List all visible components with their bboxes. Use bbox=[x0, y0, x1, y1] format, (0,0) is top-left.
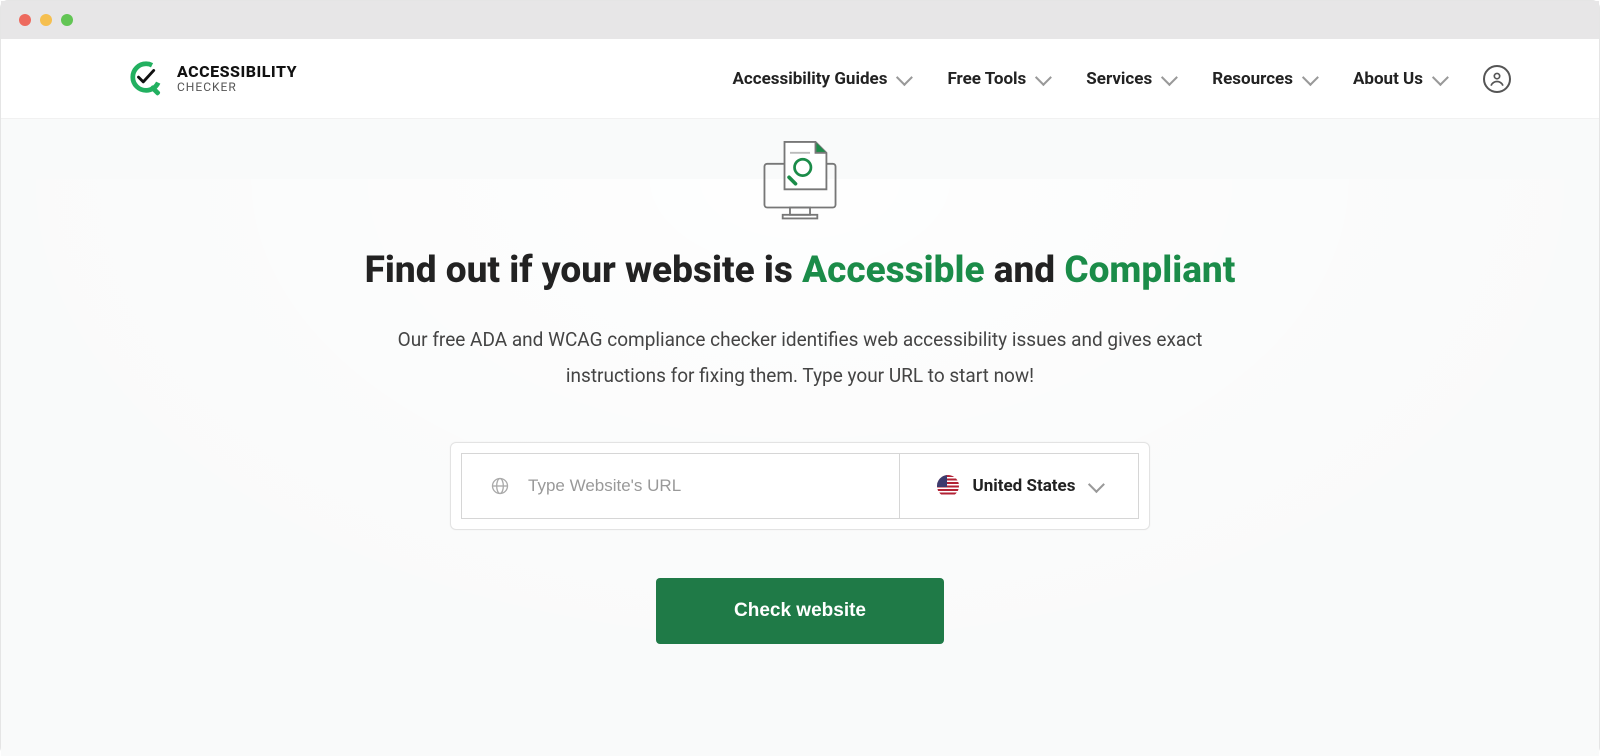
hero-section: Find out if your website is Accessible a… bbox=[1, 119, 1599, 756]
window-zoom-button[interactable] bbox=[61, 14, 73, 26]
nav-services[interactable]: Services bbox=[1086, 69, 1174, 89]
nav-free-tools[interactable]: Free Tools bbox=[947, 69, 1048, 89]
user-icon bbox=[1487, 69, 1507, 89]
country-select[interactable]: United States bbox=[899, 453, 1139, 519]
country-selected-label: United States bbox=[973, 476, 1076, 496]
logo-mark-icon bbox=[129, 60, 167, 98]
brand-name-bottom: CHECKER bbox=[177, 81, 297, 94]
logo-text: ACCESSIBILITY CHECKER bbox=[177, 64, 297, 93]
headline-accent-accessible: Accessible bbox=[802, 249, 984, 292]
nav-item-label: Accessibility Guides bbox=[732, 69, 887, 89]
chevron-down-icon bbox=[896, 69, 913, 86]
headline-accent-compliant: Compliant bbox=[1064, 249, 1235, 292]
header: ACCESSIBILITY CHECKER Accessibility Guid… bbox=[1, 39, 1599, 119]
headline-mid: and bbox=[985, 249, 1065, 292]
chevron-down-icon bbox=[1088, 476, 1105, 493]
headline-prefix: Find out if your website is bbox=[365, 249, 802, 292]
hero-illustration-icon bbox=[759, 137, 841, 231]
brand-name-top: ACCESSIBILITY bbox=[177, 64, 297, 81]
main-nav: Accessibility Guides Free Tools Services… bbox=[732, 65, 1511, 93]
nav-accessibility-guides[interactable]: Accessibility Guides bbox=[732, 69, 909, 89]
nav-item-label: About Us bbox=[1353, 69, 1423, 89]
logo[interactable]: ACCESSIBILITY CHECKER bbox=[129, 60, 297, 98]
nav-item-label: Free Tools bbox=[947, 69, 1026, 89]
nav-resources[interactable]: Resources bbox=[1212, 69, 1315, 89]
url-input[interactable] bbox=[528, 476, 881, 496]
nav-item-label: Services bbox=[1086, 69, 1152, 89]
account-button[interactable] bbox=[1483, 65, 1511, 93]
chevron-down-icon bbox=[1035, 69, 1052, 86]
url-field[interactable] bbox=[461, 453, 899, 519]
chevron-down-icon bbox=[1432, 69, 1449, 86]
window-close-button[interactable] bbox=[19, 14, 31, 26]
url-input-group: United States bbox=[450, 442, 1150, 530]
chevron-down-icon bbox=[1302, 69, 1319, 86]
chevron-down-icon bbox=[1161, 69, 1178, 86]
nav-about-us[interactable]: About Us bbox=[1353, 69, 1445, 89]
globe-icon bbox=[490, 476, 510, 496]
check-website-button[interactable]: Check website bbox=[656, 578, 944, 644]
window-minimize-button[interactable] bbox=[40, 14, 52, 26]
window-titlebar bbox=[1, 1, 1599, 39]
hero-subtitle: Our free ADA and WCAG compliance checker… bbox=[390, 322, 1210, 394]
hero-headline: Find out if your website is Accessible a… bbox=[1, 249, 1599, 292]
us-flag-icon bbox=[937, 475, 959, 497]
nav-item-label: Resources bbox=[1212, 69, 1293, 89]
